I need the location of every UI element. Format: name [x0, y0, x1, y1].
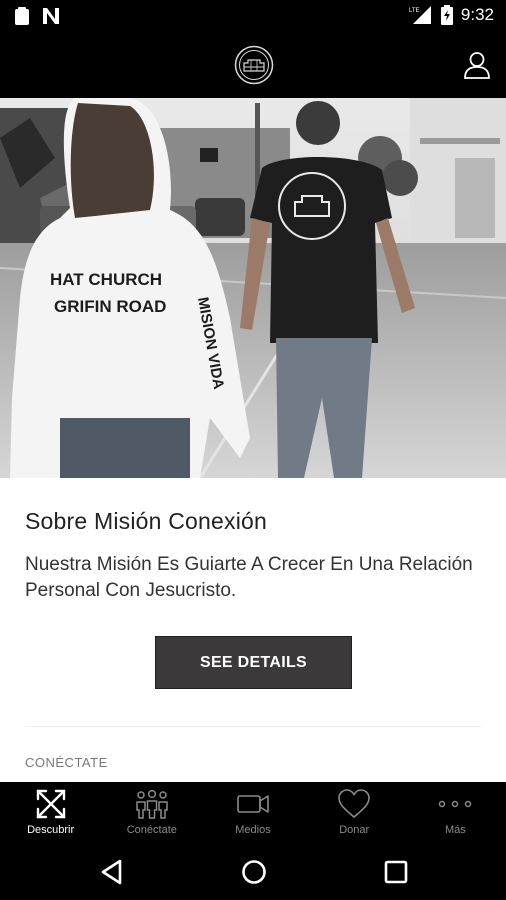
hero-image: HAT CHURCH GRIFIN ROAD MISION VIDA — [0, 98, 506, 478]
clipboard-notification-icon — [15, 7, 29, 25]
nav-item-donar[interactable]: Donar — [304, 782, 405, 844]
nav-label: Más — [445, 824, 466, 836]
description: Nuestra Misión Es Guiarte A Crecer En Un… — [25, 554, 473, 601]
home-icon[interactable] — [240, 858, 268, 886]
status-bar: LTE 9:32 — [0, 0, 506, 32]
svg-text:LTE: LTE — [409, 8, 420, 14]
nav-item-descubrir[interactable]: Descubrir — [0, 782, 101, 844]
church-logo-icon[interactable] — [234, 45, 274, 85]
system-indicators: LTE 9:32 — [409, 5, 494, 25]
system-nav-bar — [0, 844, 506, 900]
page-title: Sobre Misión Conexión — [25, 508, 267, 534]
bottom-nav: Descubrir Conéctate Medios Donar Más — [0, 782, 506, 844]
nav-label: Medios — [235, 824, 271, 836]
app-bar — [0, 32, 506, 98]
hero-photo: HAT CHURCH GRIFIN ROAD MISION VIDA — [0, 98, 506, 478]
profile-icon[interactable] — [462, 50, 492, 80]
nav-item-mas[interactable]: Más — [405, 782, 506, 844]
shirt-text-2: GRIFIN ROAD — [54, 297, 166, 316]
signal-lte-icon: LTE — [409, 6, 431, 24]
clock: 9:32 — [460, 5, 494, 24]
section-label: CONÉCTATE — [25, 755, 108, 770]
notification-icons — [14, 7, 60, 25]
shirt-text-1: HAT CHURCH — [50, 270, 162, 289]
battery-icon — [440, 5, 453, 25]
n-notification-icon — [43, 8, 59, 24]
back-icon[interactable] — [98, 858, 126, 886]
nav-label: Donar — [339, 824, 370, 836]
nav-item-conectate[interactable]: Conéctate — [101, 782, 202, 844]
recents-icon[interactable] — [382, 858, 410, 886]
people-icon — [136, 789, 168, 819]
expand-arrows-icon — [36, 789, 65, 819]
divider — [25, 726, 481, 727]
video-camera-icon — [237, 795, 269, 813]
nav-label: Conéctate — [126, 824, 177, 836]
nav-label: Descubrir — [27, 824, 75, 836]
heart-icon — [338, 789, 371, 819]
nav-item-medios[interactable]: Medios — [202, 782, 303, 844]
more-dots-icon — [439, 800, 472, 808]
see-details-button[interactable]: SEE DETAILS — [155, 636, 352, 689]
